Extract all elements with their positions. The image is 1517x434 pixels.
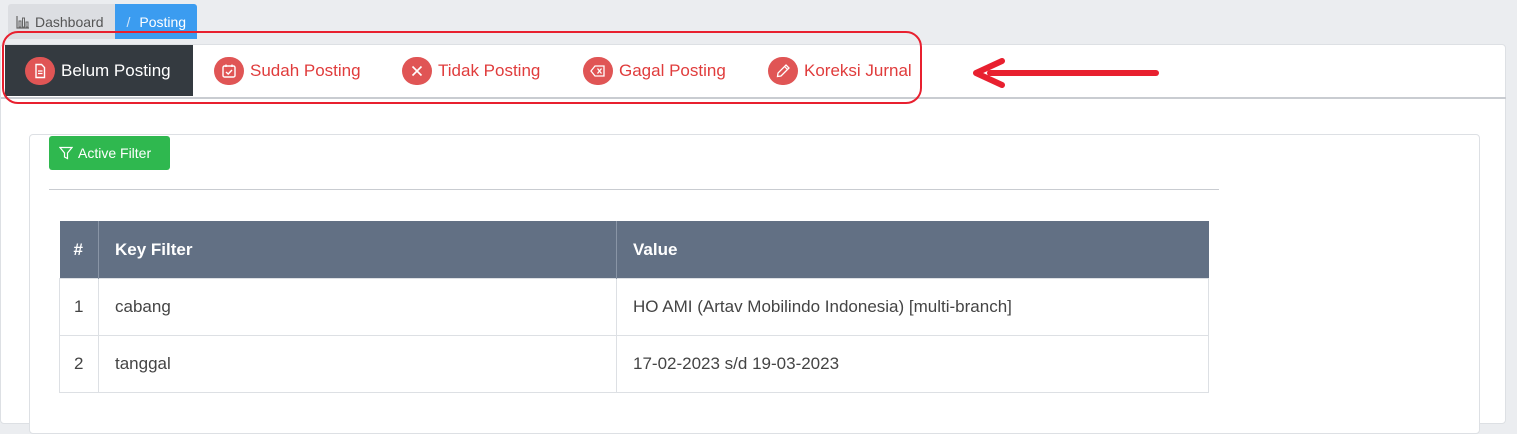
header-key-filter: Key Filter bbox=[98, 221, 617, 279]
table-header-row: # Key Filter Value bbox=[59, 221, 1209, 279]
filter-icon bbox=[59, 146, 73, 160]
header-number: # bbox=[59, 221, 99, 279]
breadcrumb-separator: / bbox=[126, 13, 131, 30]
row-number: 2 bbox=[59, 335, 99, 393]
row-key: cabang bbox=[98, 278, 617, 336]
tab-highlight-outline bbox=[2, 31, 922, 104]
active-filter-label: Active Filter bbox=[78, 145, 152, 161]
table-row: 1 cabang HO AMI (Artav Mobilindo Indones… bbox=[59, 278, 1209, 336]
arrow-left-icon bbox=[973, 58, 1159, 88]
breadcrumb-posting-label: Posting bbox=[139, 13, 187, 30]
bar-chart-icon bbox=[16, 15, 29, 29]
row-key: tanggal bbox=[98, 335, 617, 393]
row-value: 17-02-2023 s/d 19-03-2023 bbox=[616, 335, 1209, 393]
active-filter-button[interactable]: Active Filter bbox=[49, 136, 170, 170]
filter-table: # Key Filter Value 1 cabang HO AMI (Arta… bbox=[59, 221, 1209, 393]
row-value: HO AMI (Artav Mobilindo Indonesia) [mult… bbox=[616, 278, 1209, 336]
divider bbox=[49, 189, 1219, 190]
breadcrumb-dashboard-label: Dashboard bbox=[35, 13, 104, 30]
table-row: 2 tanggal 17-02-2023 s/d 19-03-2023 bbox=[59, 335, 1209, 393]
header-value: Value bbox=[616, 221, 1209, 279]
row-number: 1 bbox=[59, 278, 99, 336]
